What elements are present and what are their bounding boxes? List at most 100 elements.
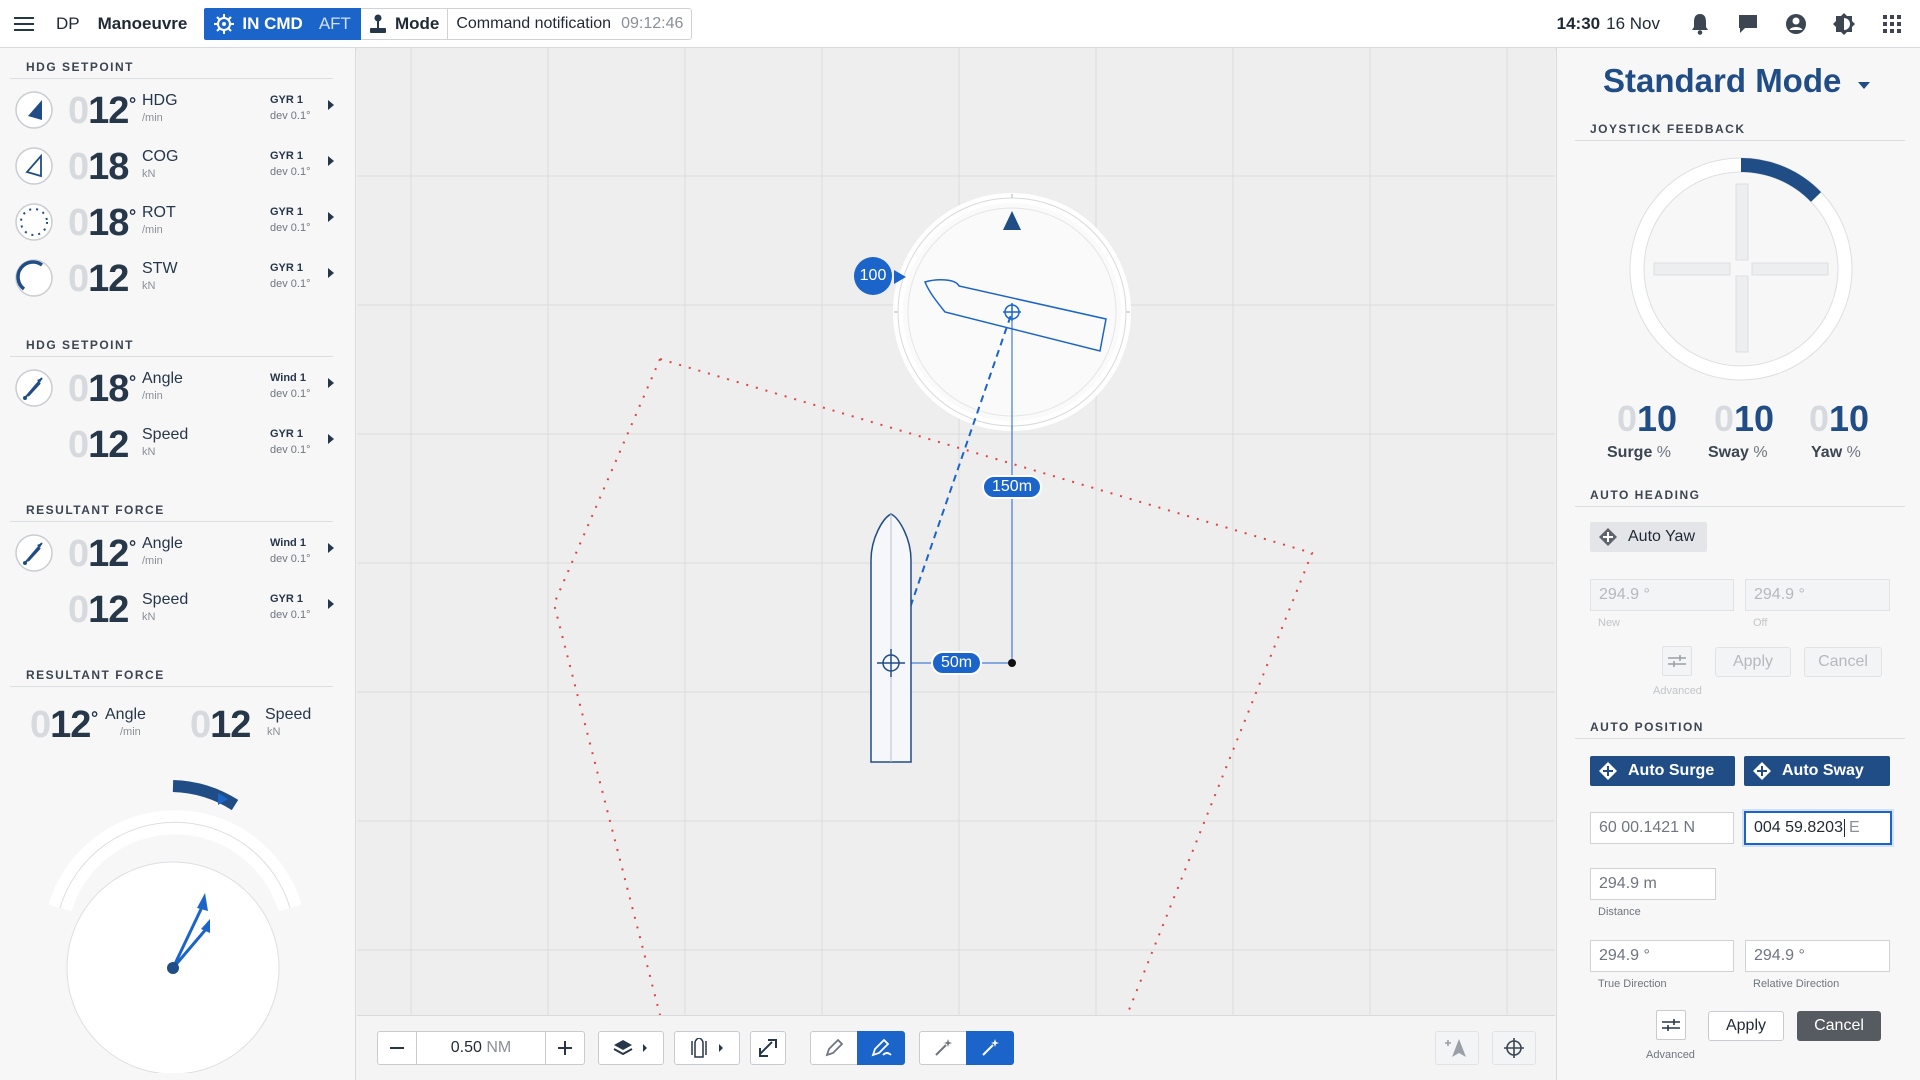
zoom-out-button[interactable] bbox=[377, 1031, 417, 1065]
user-icon[interactable] bbox=[1772, 0, 1820, 48]
hdg-row[interactable]: 012 ° HDG /min GYR 1 dev 0.1° bbox=[10, 84, 340, 140]
sensor-deviation: dev 0.1° bbox=[270, 609, 311, 621]
caret-right-icon[interactable] bbox=[328, 543, 334, 553]
sensor-deviation: dev 0.1° bbox=[270, 278, 311, 290]
value-label: HDG bbox=[142, 92, 178, 109]
vessel-view-button[interactable] bbox=[674, 1031, 740, 1065]
measure-tool-button[interactable] bbox=[750, 1031, 786, 1065]
joystick-feedback-dial bbox=[1629, 157, 1853, 381]
view-name[interactable]: Manoeuvre bbox=[98, 14, 188, 34]
auto-surge-label: Auto Surge bbox=[1628, 762, 1715, 779]
caret-right-icon[interactable] bbox=[328, 434, 334, 444]
auto-heading-new-input[interactable]: 294.9 ° bbox=[1590, 579, 1734, 611]
minus-icon bbox=[390, 1047, 404, 1049]
value-label: Angle bbox=[142, 535, 183, 552]
sensor-source: GYR 1 bbox=[270, 206, 304, 218]
move-plus-icon bbox=[1599, 528, 1617, 546]
sensor-deviation: dev 0.1° bbox=[270, 110, 311, 122]
latitude-input[interactable]: 60 00.1421 N bbox=[1590, 812, 1734, 844]
command-notification[interactable]: Command notification 09:12:46 bbox=[448, 7, 693, 40]
tool-sparkle-button[interactable] bbox=[919, 1031, 967, 1065]
value-unit: /min bbox=[142, 390, 163, 402]
distance-input[interactable]: 294.9 m bbox=[1590, 868, 1716, 900]
tool-pen-button[interactable] bbox=[810, 1031, 858, 1065]
in-cmd-label: IN CMD bbox=[242, 13, 303, 33]
move-plus-icon bbox=[1753, 762, 1771, 780]
in-command-badge[interactable]: IN CMD AFT bbox=[204, 7, 361, 40]
value-display: 012 bbox=[68, 258, 129, 300]
apps-grid-icon[interactable] bbox=[1868, 0, 1916, 48]
resultant-speed: 012 Speed kN bbox=[180, 698, 340, 754]
menu-icon[interactable] bbox=[0, 0, 48, 48]
degree-symbol: ° bbox=[129, 372, 137, 392]
value-display: 018 bbox=[68, 146, 129, 188]
divider bbox=[10, 686, 333, 687]
caret-right-icon[interactable] bbox=[328, 378, 334, 388]
wind-angle-row[interactable]: 018 ° Angle /min Wind 1 dev 0.1° bbox=[10, 362, 340, 418]
heading-badge[interactable]: 100 bbox=[854, 257, 892, 295]
off-caption: Off bbox=[1753, 617, 1768, 629]
tool-auto-button[interactable] bbox=[966, 1031, 1014, 1065]
caret-right-icon[interactable] bbox=[328, 156, 334, 166]
chevron-down-icon[interactable] bbox=[1858, 82, 1870, 89]
auto-surge-button[interactable]: Auto Surge bbox=[1590, 756, 1735, 786]
value-label: Speed bbox=[265, 706, 312, 723]
force-speed-row[interactable]: 012 Speed kN GYR 1 dev 0.1° bbox=[10, 583, 340, 639]
auto-yaw-button[interactable]: Auto Yaw bbox=[1590, 522, 1708, 552]
aft-label: AFT bbox=[318, 13, 351, 33]
caret-right-icon[interactable] bbox=[328, 100, 334, 110]
auto-position-advanced-button[interactable] bbox=[1656, 1010, 1686, 1040]
chat-icon[interactable] bbox=[1724, 0, 1772, 48]
section-title: AUTO POSITION bbox=[1590, 720, 1704, 734]
zoom-level[interactable]: 0.50 NM bbox=[416, 1031, 546, 1065]
divider bbox=[1575, 140, 1905, 141]
auto-position-apply-button[interactable]: Apply bbox=[1708, 1011, 1784, 1041]
auto-sway-button[interactable]: Auto Sway bbox=[1744, 756, 1890, 786]
bell-icon[interactable] bbox=[1676, 0, 1724, 48]
caret-right-icon[interactable] bbox=[328, 599, 334, 609]
north-up-button[interactable] bbox=[1435, 1031, 1479, 1065]
sensor-deviation: dev 0.1° bbox=[270, 166, 311, 178]
mode-selector[interactable]: Standard Mode bbox=[1603, 62, 1841, 100]
value-display: 012 bbox=[68, 589, 129, 631]
auto-position-cancel-button[interactable]: Cancel bbox=[1797, 1011, 1881, 1041]
divider bbox=[1575, 506, 1905, 507]
course-icon bbox=[15, 147, 53, 185]
clock-time: 14:30 bbox=[1556, 14, 1601, 33]
true-direction-input[interactable]: 294.9 ° bbox=[1590, 940, 1734, 972]
center-vessel-button[interactable] bbox=[1492, 1031, 1536, 1065]
value-unit: kN bbox=[267, 726, 281, 738]
auto-heading-cancel-button[interactable]: Cancel bbox=[1804, 647, 1882, 677]
heading-icon bbox=[15, 91, 53, 129]
wind-speed-row[interactable]: 012 Speed kN GYR 1 dev 0.1° bbox=[10, 418, 340, 474]
sensor-deviation: dev 0.1° bbox=[270, 388, 311, 400]
tool-route-button[interactable] bbox=[857, 1031, 905, 1065]
divider bbox=[10, 356, 333, 357]
divider bbox=[1575, 738, 1905, 739]
value-unit: /min bbox=[142, 112, 163, 124]
longitude-input[interactable]: 004 59.8203 E bbox=[1744, 811, 1892, 845]
brightness-icon[interactable] bbox=[1820, 0, 1868, 48]
caret-right-icon[interactable] bbox=[328, 268, 334, 278]
move-plus-icon bbox=[1599, 762, 1617, 780]
distance-label-horizontal: 50m bbox=[931, 651, 983, 675]
top-bar-right: 14:30 16 Nov bbox=[1557, 0, 1920, 48]
layers-button[interactable] bbox=[598, 1031, 664, 1065]
value-display: 018 bbox=[68, 202, 129, 244]
rot-row[interactable]: 018 ° ROT /min GYR 1 dev 0.1° bbox=[10, 196, 340, 252]
auto-heading-apply-button[interactable]: Apply bbox=[1715, 647, 1791, 677]
zoom-in-button[interactable] bbox=[545, 1031, 585, 1065]
force-angle-row[interactable]: 012 ° Angle /min Wind 1 dev 0.1° bbox=[10, 527, 340, 583]
relative-direction-input[interactable]: 294.9 ° bbox=[1745, 940, 1890, 972]
force-direction-icon bbox=[15, 534, 53, 572]
zoom-value: 0.50 bbox=[450, 1039, 482, 1056]
mode-button[interactable]: Mode bbox=[360, 7, 449, 40]
caret-right-icon[interactable] bbox=[328, 212, 334, 222]
map-view[interactable]: 100 150m 50m bbox=[357, 48, 1555, 1015]
cog-row[interactable]: 018 COG kN GYR 1 dev 0.1° bbox=[10, 140, 340, 196]
sensor-source: GYR 1 bbox=[270, 262, 304, 274]
auto-heading-off-input[interactable]: 294.9 ° bbox=[1745, 579, 1890, 611]
sensor-source: GYR 1 bbox=[270, 593, 304, 605]
auto-heading-advanced-button[interactable] bbox=[1662, 646, 1692, 676]
stw-row[interactable]: 012 STW kN GYR 1 dev 0.1° bbox=[10, 252, 340, 308]
